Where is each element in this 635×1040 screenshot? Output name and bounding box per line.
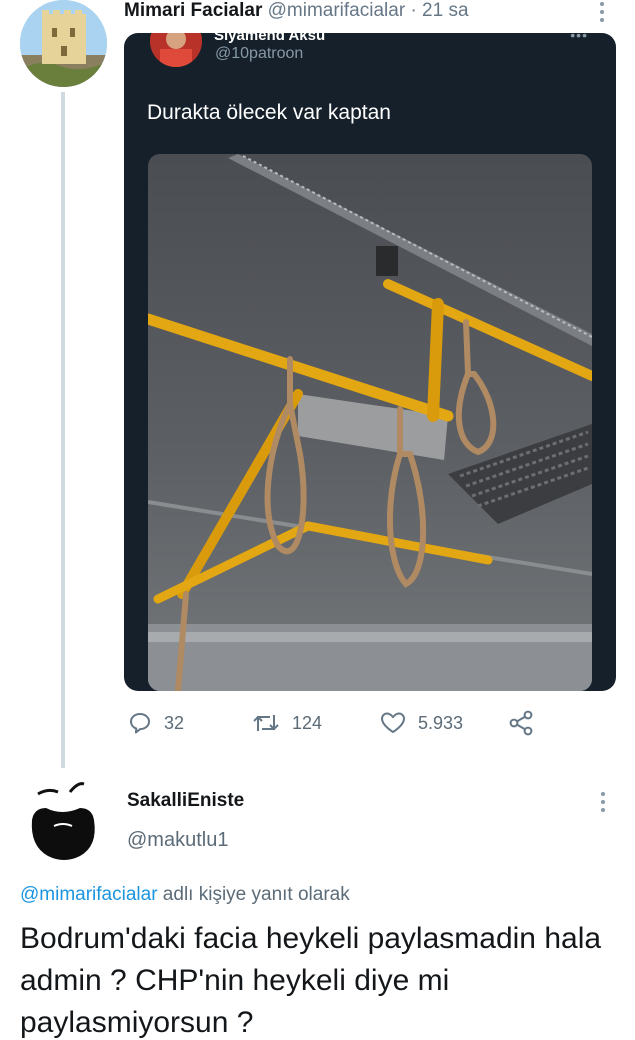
tweet-header: Mimari Facialar @mimarifacialar · 21 sa — [124, 0, 469, 22]
like-icon — [381, 712, 405, 733]
reply-author-name[interactable]: SakalliEniste — [127, 790, 244, 812]
replying-to-line: @mimarifacialar adlı kişiye yanıt olarak — [20, 884, 350, 906]
reply-author-avatar[interactable] — [20, 768, 106, 868]
reply-button[interactable]: 32 — [128, 706, 184, 740]
reply-author-handle[interactable]: @makutlu1 — [127, 829, 228, 852]
author-handle[interactable]: @mimarifacialar — [268, 0, 406, 21]
retweet-icon — [253, 715, 279, 731]
more-options-icon[interactable] — [599, 2, 605, 26]
reply-body-text: Bodrum'daki facia heykeli paylasmadin ha… — [20, 922, 602, 1039]
reply-more-options-icon[interactable] — [600, 792, 606, 816]
share-icon — [509, 710, 533, 736]
replying-to-suffix: adlı kişiye yanıt olarak — [157, 884, 350, 905]
replying-to-handle-link[interactable]: @mimarifacialar — [20, 884, 158, 905]
author-name[interactable]: Mimari Facialar — [124, 0, 262, 21]
quoted-tweet-text: Durakta ölecek var kaptan — [147, 101, 391, 124]
retweet-count: 124 — [292, 712, 323, 733]
quoted-more-icon: ••• — [570, 33, 588, 43]
bus-interior-photo[interactable] — [148, 154, 592, 691]
header-separator: · — [410, 0, 417, 21]
embedded-tweet-screenshot[interactable]: Siyamend Aksu @10patroon ••• Durakta öle… — [124, 33, 616, 691]
like-count: 5.933 — [418, 712, 464, 733]
quoted-author-handle: @10patroon — [215, 45, 304, 62]
tweet-time[interactable]: 21 sa — [422, 0, 468, 21]
reply-icon — [130, 713, 150, 734]
bearded-face-avatar-image — [20, 768, 106, 868]
thread-connector-line — [61, 92, 65, 768]
quoted-author-avatar — [150, 33, 202, 67]
quoted-author-name: Siyamend Aksu — [214, 33, 326, 44]
share-button[interactable] — [508, 706, 534, 740]
like-button[interactable]: 5.933 — [380, 706, 463, 740]
author-avatar[interactable] — [20, 0, 107, 87]
tweet-action-bar: 32 124 5.933 — [124, 706, 544, 740]
reply-count: 32 — [164, 712, 185, 733]
retweet-button[interactable]: 124 — [252, 706, 322, 740]
castle-avatar-image — [20, 0, 107, 87]
